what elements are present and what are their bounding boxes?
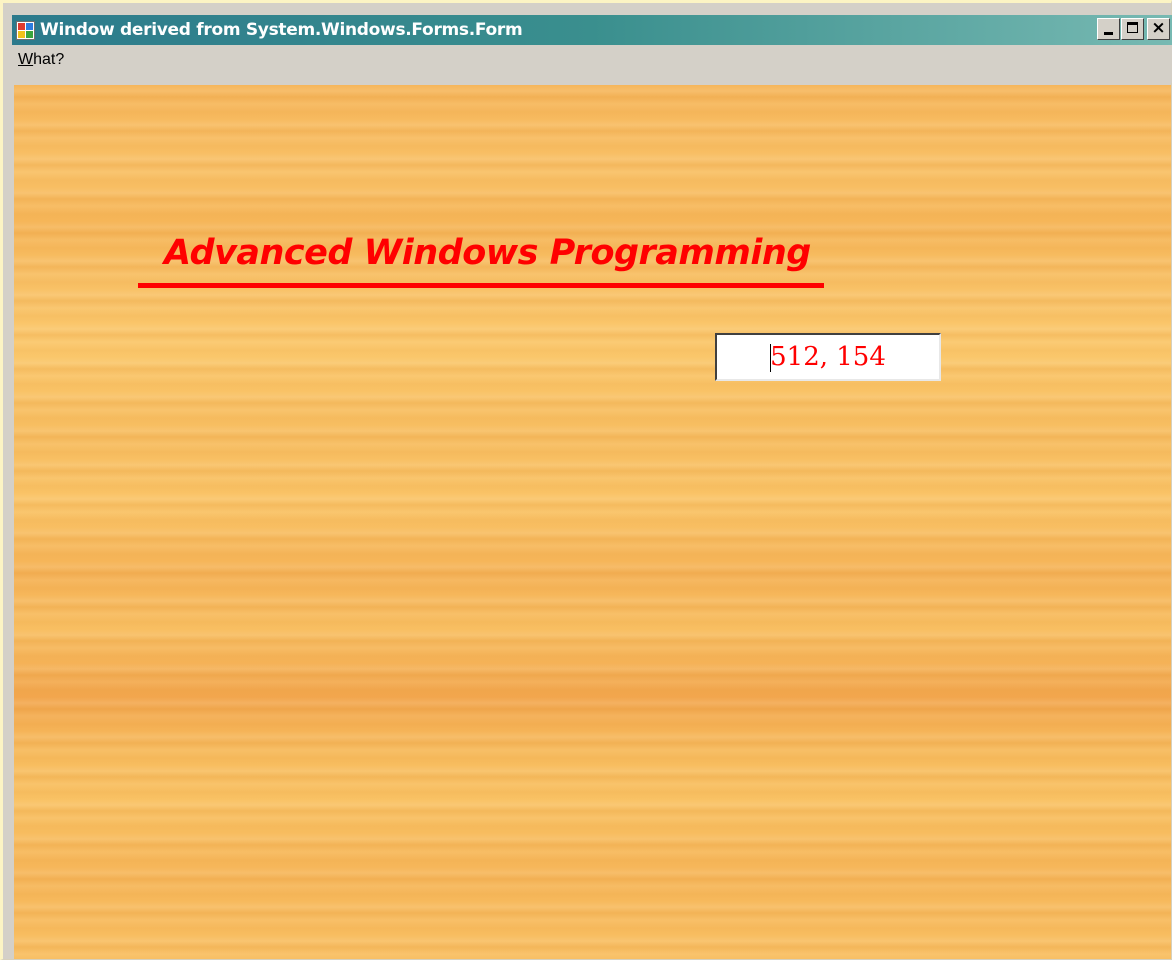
menu-item-what[interactable]: What? <box>16 51 66 69</box>
window-title: Window derived from System.Windows.Forms… <box>40 20 523 40</box>
close-button[interactable]: × <box>1147 18 1170 40</box>
icon-quadrant <box>26 30 33 38</box>
icon-quadrant <box>18 30 25 38</box>
maximize-icon <box>1127 22 1138 33</box>
icon-quadrant <box>26 22 33 30</box>
title-bar[interactable]: Window derived from System.Windows.Forms… <box>12 15 1172 45</box>
page-heading: Advanced Windows Programming <box>164 233 811 273</box>
coordinates-text: 512, 154 <box>770 342 886 372</box>
heading-underline <box>138 283 824 288</box>
main-window: Window derived from System.Windows.Forms… <box>0 0 1172 960</box>
minimize-icon <box>1104 32 1113 35</box>
coordinates-value: 512, 154 <box>770 342 886 372</box>
menu-accelerator: W <box>18 51 34 68</box>
icon-quadrant <box>18 22 25 30</box>
minimize-button[interactable] <box>1097 18 1120 40</box>
close-icon: × <box>1151 18 1166 38</box>
menu-item-label: hat? <box>33 51 65 68</box>
app-icon[interactable] <box>16 20 35 40</box>
menu-bar: What? <box>12 45 1172 83</box>
coordinates-textbox[interactable]: 512, 154 <box>715 333 941 381</box>
text-caret <box>770 344 772 372</box>
maximize-button[interactable] <box>1121 18 1144 40</box>
client-area[interactable]: Advanced Windows Programming 512, 154 <box>14 85 1171 959</box>
caption-buttons: × <box>1096 18 1170 40</box>
